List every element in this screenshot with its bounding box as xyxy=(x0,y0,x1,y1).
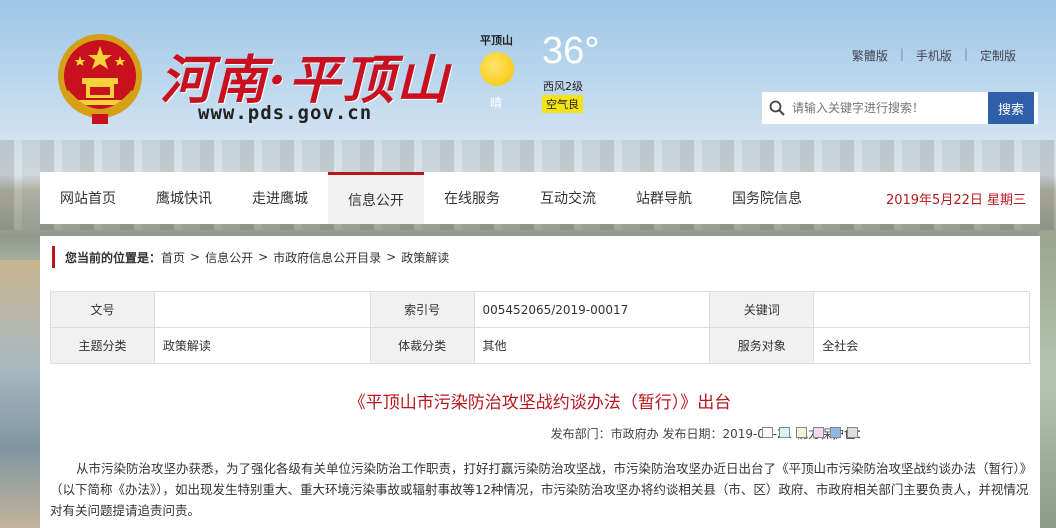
label-topic: 主题分类 xyxy=(50,327,155,364)
weather-temperature: 36° xyxy=(542,30,600,72)
nav-home[interactable]: 网站首页 xyxy=(40,172,136,224)
weather-condition: 晴 xyxy=(490,96,503,110)
search-box: 搜索 xyxy=(762,92,1038,124)
label-genre: 体裁分类 xyxy=(369,327,475,364)
table-row: 文号 索引号 005452065/2019-00017 关键词 xyxy=(50,291,1030,328)
protect-color-swatch[interactable] xyxy=(813,427,824,438)
value-topic: 政策解读 xyxy=(153,327,371,364)
value-doc-number xyxy=(153,291,371,328)
value-index-number: 005452065/2019-00017 xyxy=(473,291,711,328)
nav-state-council[interactable]: 国务院信息 xyxy=(712,172,822,224)
breadcrumb-separator: > xyxy=(190,250,201,264)
mobile-version-link[interactable]: 手机版 xyxy=(904,47,964,64)
label-doc-number: 文号 xyxy=(50,291,155,328)
breadcrumb-policy[interactable]: 政策解读 xyxy=(401,249,449,266)
protect-color-swatch[interactable] xyxy=(796,427,807,438)
national-emblem-icon xyxy=(58,34,142,124)
table-row: 主题分类 政策解读 体裁分类 其他 服务对象 全社会 xyxy=(50,327,1030,364)
top-links: 繁體版 | 手机版 | 定制版 xyxy=(840,47,1028,64)
protect-color-swatch[interactable] xyxy=(779,427,790,438)
sunny-icon xyxy=(480,52,514,86)
breadcrumb-catalog[interactable]: 市政府信息公开目录 xyxy=(273,249,381,266)
weather-city: 平顶山 xyxy=(480,34,513,47)
breadcrumb: 您当前的位置是： 首页 > 信息公开 > 市政府信息公开目录 > 政策解读 xyxy=(52,246,449,268)
breadcrumb-separator: > xyxy=(386,250,397,264)
site-url: www.pds.gov.cn xyxy=(198,102,373,124)
background-scenery-right xyxy=(1038,230,1056,528)
nav-site-group[interactable]: 站群导航 xyxy=(616,172,712,224)
nav-city-news[interactable]: 鹰城快讯 xyxy=(136,172,232,224)
search-button[interactable]: 搜索 xyxy=(988,92,1034,124)
breadcrumb-home[interactable]: 首页 xyxy=(161,249,185,266)
label-audience: 服务对象 xyxy=(709,327,815,364)
search-icon xyxy=(762,92,792,124)
content-panel: 您当前的位置是： 首页 > 信息公开 > 市政府信息公开目录 > 政策解读 文号… xyxy=(40,236,1040,528)
nav-info-disclosure[interactable]: 信息公开 xyxy=(328,172,424,224)
weather-wind: 西风2级 xyxy=(543,80,583,93)
article-body: 从市污染防治攻坚办获悉，为了强化各级有关单位污染防治工作职责，打好打赢污染防治攻… xyxy=(50,461,1029,518)
nav-about-city[interactable]: 走进鹰城 xyxy=(232,172,328,224)
breadcrumb-info-disclosure[interactable]: 信息公开 xyxy=(205,249,253,266)
label-keywords: 关键词 xyxy=(709,291,815,328)
eye-protection-swatches xyxy=(762,427,858,438)
background-river-left xyxy=(0,260,40,528)
value-audience: 全社会 xyxy=(813,327,1030,364)
search-input[interactable] xyxy=(792,93,988,123)
value-genre: 其他 xyxy=(473,327,711,364)
label-index-number: 索引号 xyxy=(369,291,475,328)
traditional-chinese-link[interactable]: 繁體版 xyxy=(840,47,900,64)
breadcrumb-separator: > xyxy=(258,250,269,264)
nav-interaction[interactable]: 互动交流 xyxy=(520,172,616,224)
protect-color-swatch[interactable] xyxy=(762,427,773,438)
weather-widget: 平顶山 晴 36° 西风2级 空气良 xyxy=(470,28,620,118)
breadcrumb-lead: 您当前的位置是： xyxy=(65,250,162,265)
value-keywords xyxy=(813,291,1030,328)
article-title: 《平顶山市污染防治攻坚战约谈办法（暂行）》出台 xyxy=(348,393,732,413)
protect-color-swatch[interactable] xyxy=(830,427,841,438)
current-date: 2019年5月22日 星期三 xyxy=(885,192,1026,208)
nav-online-service[interactable]: 在线服务 xyxy=(424,172,520,224)
main-nav: 网站首页 鹰城快讯 走进鹰城 信息公开 在线服务 互动交流 站群导航 国务院信息… xyxy=(40,172,1040,224)
document-meta-table: 文号 索引号 005452065/2019-00017 关键词 主题分类 政策解… xyxy=(50,291,1030,364)
custom-version-link[interactable]: 定制版 xyxy=(968,47,1028,64)
air-quality-badge: 空气良 xyxy=(542,95,583,113)
protect-color-swatch[interactable] xyxy=(847,427,858,438)
